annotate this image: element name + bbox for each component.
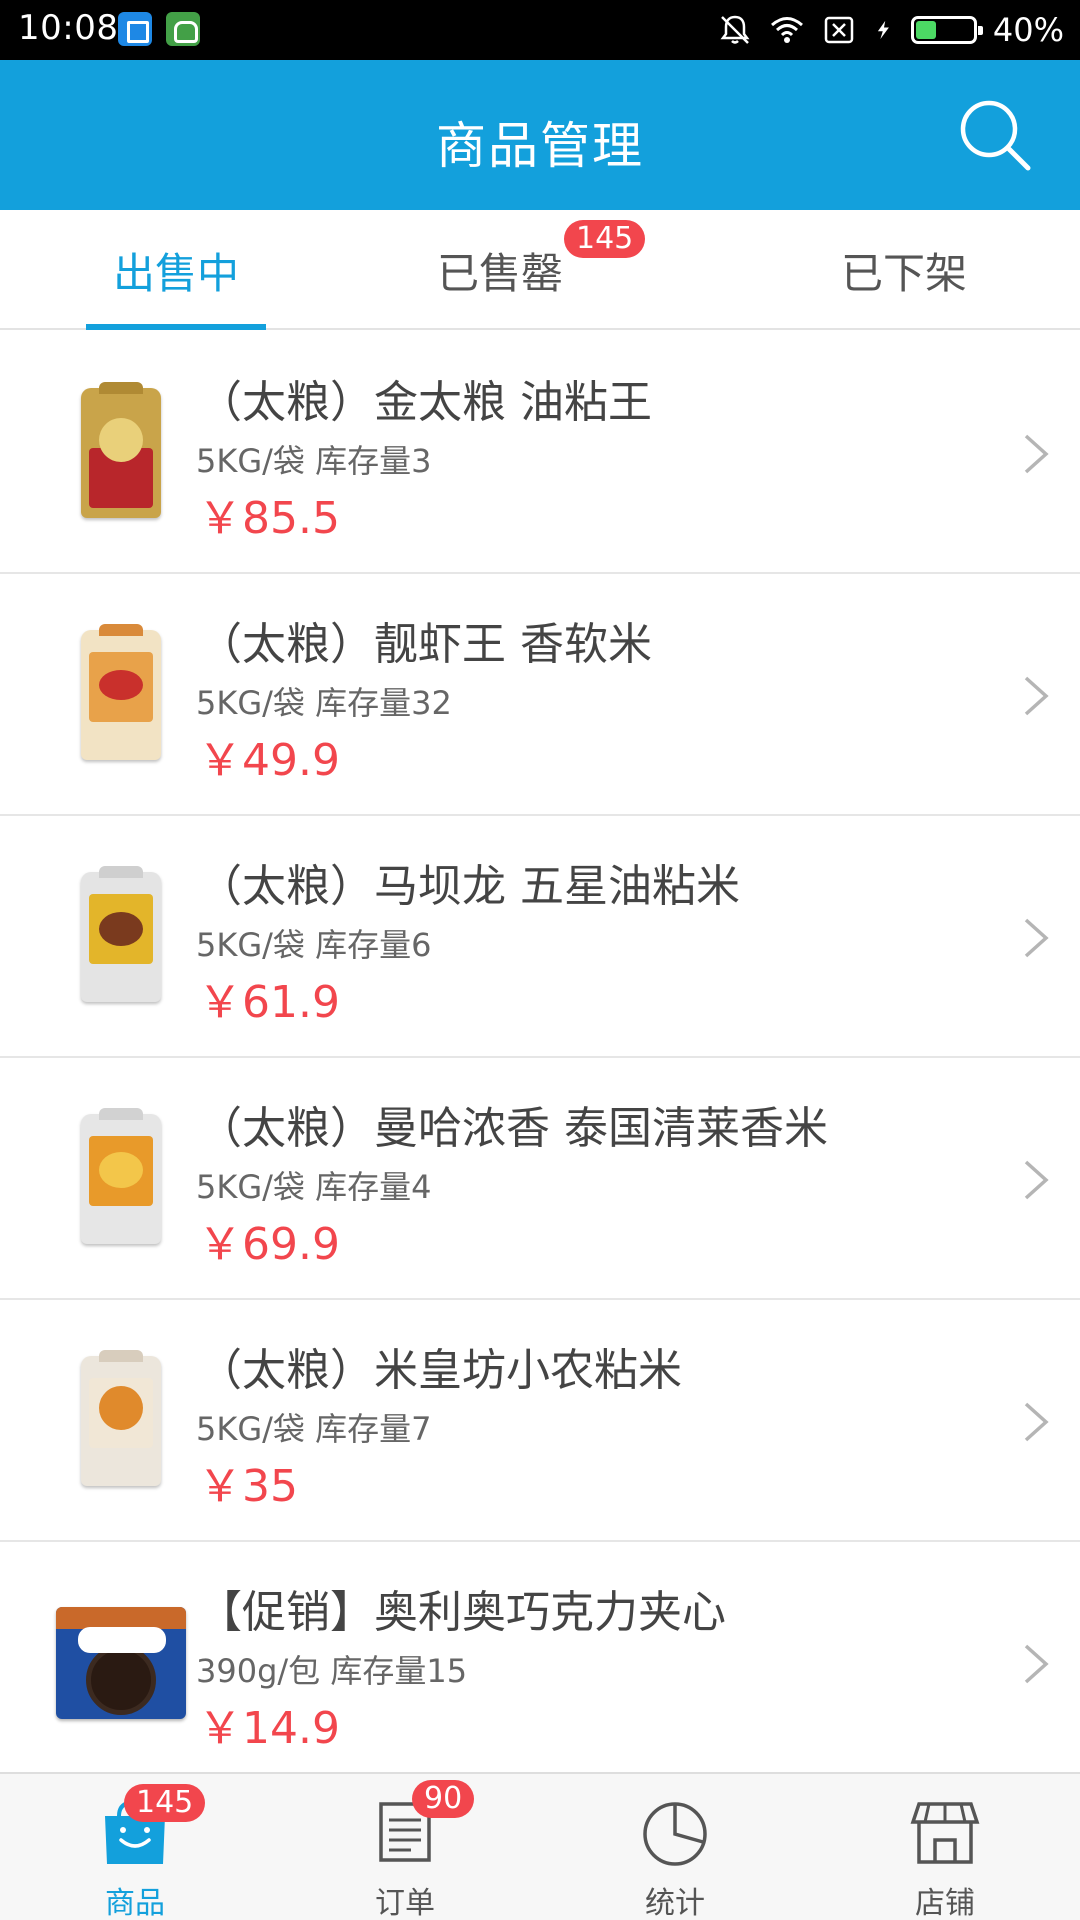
product-row[interactable]: （太粮）米皇坊小农粘米 5KG/袋 库存量7 ￥35 — [0, 1300, 1080, 1542]
wifi-icon — [770, 17, 803, 43]
nav-statistics[interactable]: 统计 — [540, 1774, 810, 1920]
product-row[interactable]: （太粮）马坝龙 五星油粘米 5KG/袋 库存量6 ￥61.9 — [0, 816, 1080, 1058]
product-name: （太粮）曼哈浓香 泰国清莱香米 — [198, 1103, 828, 1154]
tab-on-sale[interactable]: 出售中 — [56, 210, 296, 330]
product-price: ￥49.9 — [198, 735, 340, 786]
tab-label: 出售中 — [112, 248, 239, 298]
product-list: （太粮）金太粮 油粘王 5KG/袋 库存量3 ￥85.5 （太粮）靓虾王 香软米… — [0, 332, 1080, 1784]
product-row[interactable]: （太粮）靓虾王 香软米 5KG/袋 库存量32 ￥49.9 — [0, 574, 1080, 816]
app-notification-icon — [166, 12, 200, 46]
product-price: ￥61.9 — [198, 977, 340, 1028]
status-icons: 40% — [717, 8, 1064, 52]
chevron-right-icon — [1024, 1644, 1049, 1684]
orders-count-badge: 90 — [412, 1780, 475, 1818]
page-title: 商品管理 — [436, 117, 644, 175]
product-image — [46, 1588, 196, 1738]
product-name: 【促销】奥利奥巧克力夹心 — [198, 1587, 726, 1638]
product-price: ￥85.5 — [198, 493, 340, 544]
product-name: （太粮）靓虾王 香软米 — [198, 619, 652, 670]
product-price: ￥69.9 — [198, 1219, 340, 1270]
product-image — [46, 378, 196, 528]
product-spec: 5KG/袋 库存量6 — [196, 926, 432, 964]
app-notification-icon — [118, 12, 152, 46]
pie-chart-icon — [643, 1802, 707, 1866]
sold-out-count-badge: 145 — [564, 220, 646, 258]
product-name: （太粮）金太粮 油粘王 — [198, 377, 652, 428]
chevron-right-icon — [1024, 1402, 1049, 1442]
tab-bar: 出售中 已售罄 145 已下架 — [0, 210, 1080, 330]
nav-label: 统计 — [645, 1886, 705, 1920]
product-spec: 5KG/袋 库存量4 — [196, 1168, 432, 1206]
tab-off-shelf[interactable]: 已下架 — [784, 210, 1024, 330]
tab-label: 已下架 — [840, 248, 967, 298]
nav-products[interactable]: 商品 145 — [0, 1774, 270, 1920]
chevron-right-icon — [1024, 918, 1049, 958]
product-image — [46, 862, 196, 1012]
app-header: 商品管理 — [0, 60, 1080, 210]
product-name: （太粮）马坝龙 五星油粘米 — [198, 861, 740, 912]
product-spec: 5KG/袋 库存量3 — [196, 442, 432, 480]
product-image — [46, 620, 196, 770]
battery-icon — [910, 16, 983, 44]
product-price: ￥14.9 — [198, 1703, 340, 1754]
bottom-nav: 商品 145 订单 90 统计 店铺 — [0, 1772, 1080, 1920]
product-image — [46, 1346, 196, 1496]
products-count-badge: 145 — [124, 1784, 206, 1822]
nav-orders[interactable]: 订单 90 — [270, 1774, 540, 1920]
nav-store[interactable]: 店铺 — [810, 1774, 1080, 1920]
product-row[interactable]: 【促销】奥利奥巧克力夹心 390g/包 库存量15 ￥14.9 — [0, 1542, 1080, 1784]
battery-percent: 40% — [992, 11, 1064, 49]
product-row[interactable]: （太粮）曼哈浓香 泰国清莱香米 5KG/袋 库存量4 ￥69.9 — [0, 1058, 1080, 1300]
nav-label: 商品 — [105, 1886, 165, 1920]
search-icon[interactable] — [955, 95, 1035, 175]
chevron-right-icon — [1024, 1160, 1049, 1200]
chevron-right-icon — [1024, 434, 1049, 474]
product-spec: 5KG/袋 库存量32 — [196, 684, 452, 722]
active-tab-indicator — [86, 324, 266, 330]
product-spec: 390g/包 库存量15 — [196, 1652, 468, 1690]
mute-icon — [720, 15, 750, 44]
product-spec: 5KG/袋 库存量7 — [196, 1410, 432, 1448]
product-image — [46, 1104, 196, 1254]
tab-label: 已售罄 — [436, 248, 563, 298]
nav-label: 订单 — [375, 1886, 435, 1920]
battery-level — [915, 21, 936, 39]
product-price: ￥35 — [198, 1461, 298, 1512]
storefront-icon — [910, 1802, 980, 1864]
status-time: 10:08 — [18, 8, 119, 48]
nav-label: 店铺 — [915, 1886, 975, 1920]
no-sim-icon — [824, 16, 854, 44]
charging-icon — [877, 20, 889, 40]
chevron-right-icon — [1024, 676, 1049, 716]
product-row[interactable]: （太粮）金太粮 油粘王 5KG/袋 库存量3 ￥85.5 — [0, 332, 1080, 574]
product-name: （太粮）米皇坊小农粘米 — [198, 1345, 682, 1396]
status-bar: 10:08 40% — [0, 0, 1080, 60]
